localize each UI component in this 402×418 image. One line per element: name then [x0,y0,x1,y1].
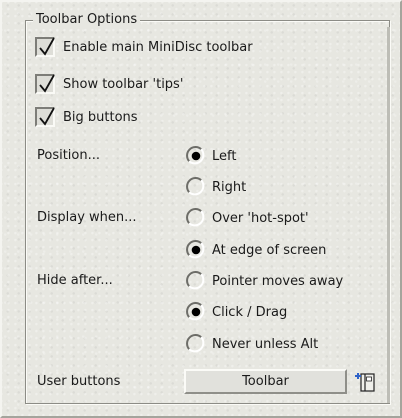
enable-toolbar-checkbox[interactable] [35,37,55,57]
hide-click-radio[interactable] [186,302,206,322]
big-buttons-label: Big buttons [63,109,138,125]
hide-pointer-label: Pointer moves away [212,273,344,289]
radio-selected-icon [186,240,205,259]
radio-selected-icon [186,302,205,321]
display-when-label: Display when... [37,210,137,225]
big-buttons-checkbox-row[interactable]: Big buttons [35,107,138,127]
radio-unselected-icon [186,271,205,290]
hide-never-label: Never unless Alt [212,336,319,352]
add-toolbar-button-icon[interactable] [352,369,377,394]
hide-pointer-option[interactable]: Pointer moves away [186,271,343,291]
enable-toolbar-label: Enable main MiniDisc toolbar [63,39,253,55]
show-tips-checkbox-row[interactable]: Show toolbar 'tips' [35,74,183,94]
toolbar-button[interactable]: Toolbar [184,369,347,394]
display-hotspot-label: Over 'hot-spot' [212,210,309,226]
group-title: Toolbar Options [33,11,141,28]
hide-after-label: Hide after... [37,273,113,288]
position-right-option[interactable]: Right [186,177,246,197]
hide-never-radio[interactable] [186,334,206,354]
position-right-label: Right [212,179,247,195]
radio-unselected-icon [186,208,205,227]
radio-unselected-icon [186,177,205,196]
checkmark-icon [39,107,55,126]
radio-unselected-icon [186,334,205,353]
position-right-radio[interactable] [186,177,206,197]
display-edge-radio[interactable] [186,240,206,260]
enable-toolbar-checkbox-row[interactable]: Enable main MiniDisc toolbar [35,37,253,57]
show-tips-checkbox[interactable] [35,74,55,94]
display-hotspot-option[interactable]: Over 'hot-spot' [186,208,309,228]
big-buttons-checkbox[interactable] [35,107,55,127]
add-toolbar-icon [355,373,375,392]
hide-pointer-radio[interactable] [186,271,206,291]
toolbar-button-label: Toolbar [242,374,289,389]
checkmark-icon [39,74,55,93]
position-left-radio[interactable] [186,146,206,166]
position-label: Position... [37,148,101,163]
hide-click-option[interactable]: Click / Drag [186,302,287,322]
user-buttons-label: User buttons [37,374,121,389]
position-left-option[interactable]: Left [186,146,236,166]
hide-never-option[interactable]: Never unless Alt [186,334,318,354]
radio-selected-icon [186,146,205,165]
display-edge-label: At edge of screen [212,242,327,258]
display-hotspot-radio[interactable] [186,208,206,228]
position-left-label: Left [212,148,237,164]
scrollbar[interactable] [387,27,390,403]
show-tips-label: Show toolbar 'tips' [63,76,184,92]
hide-click-label: Click / Drag [212,304,288,320]
display-edge-option[interactable]: At edge of screen [186,240,326,260]
checkmark-icon [39,37,55,56]
